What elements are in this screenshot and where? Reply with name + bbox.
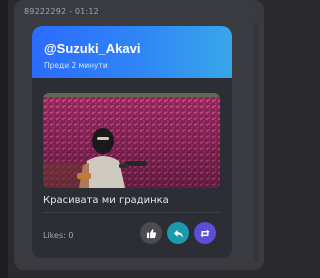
panel-scrollbar[interactable]	[254, 22, 258, 262]
retweet-button[interactable]	[194, 222, 216, 244]
likes-count: Likes: 0	[43, 231, 74, 240]
tweet-caption: Красивата ми градинка	[43, 195, 169, 206]
phone-screen: 89222292 - 01:12 @Suzuki_Akavi Преди 2 м…	[0, 0, 277, 278]
garden-photo	[43, 93, 220, 188]
tweet-image[interactable]	[43, 93, 220, 188]
retweet-icon	[199, 228, 211, 239]
tweet-username[interactable]: @Suzuki_Akavi	[44, 41, 141, 56]
reply-button[interactable]	[167, 222, 189, 244]
thumbs-up-icon	[146, 228, 157, 239]
tweet-timestamp: Преди 2 минути	[44, 61, 108, 70]
reply-icon	[173, 228, 184, 239]
tweet-header: @Suzuki_Akavi Преди 2 минути	[32, 26, 232, 78]
tweet-card[interactable]: @Suzuki_Akavi Преди 2 минути Красивата м…	[32, 26, 232, 258]
sender-and-time: 89222292 - 01:12	[24, 7, 99, 16]
left-edge-strip	[0, 0, 8, 278]
like-button[interactable]	[140, 222, 162, 244]
tweet-divider	[43, 212, 220, 213]
